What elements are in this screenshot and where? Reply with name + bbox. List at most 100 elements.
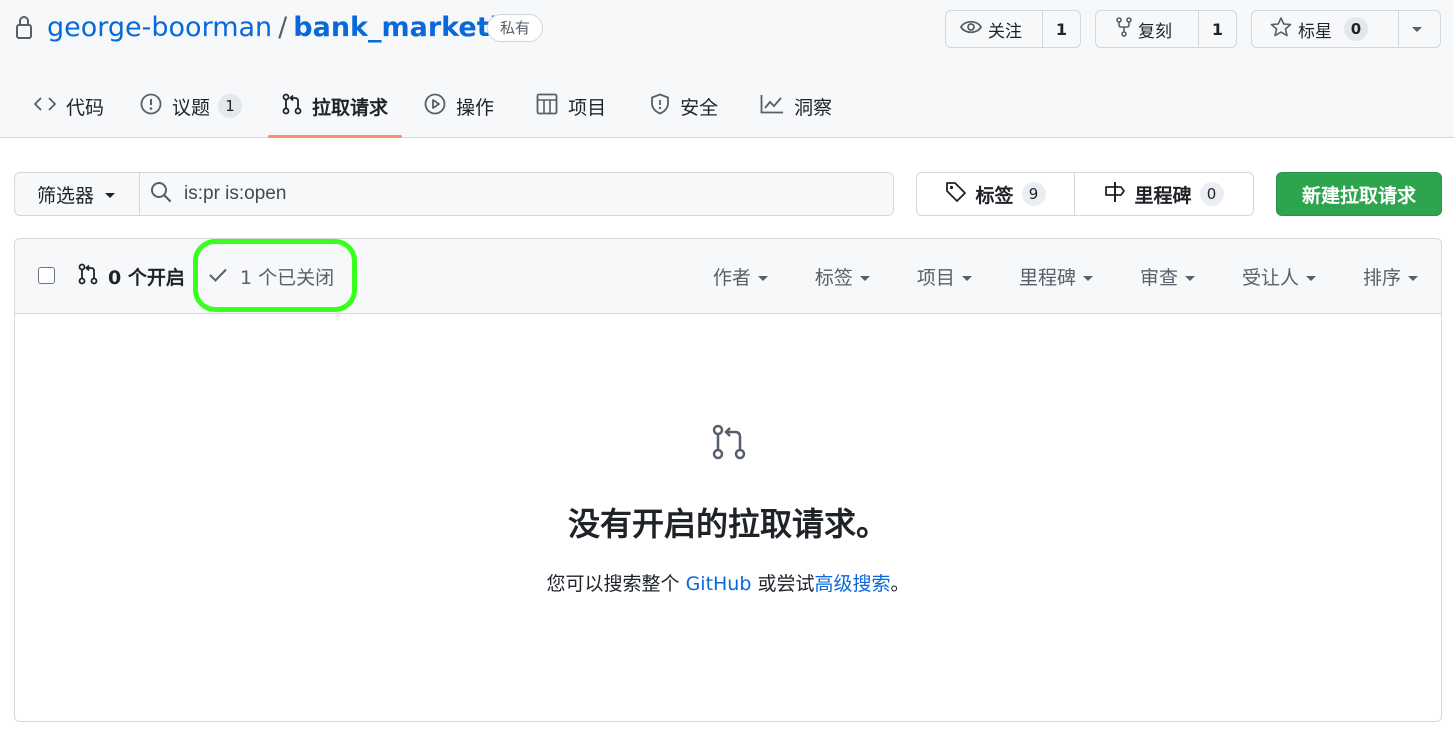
blankslate-text: 您可以搜索整个 GitHub 或尝试高级搜索。 [15, 569, 1441, 596]
fork-label: 复刻 [1138, 21, 1172, 42]
milestones-menu[interactable]: 里程碑 [1019, 263, 1094, 290]
git-pull-request-icon [282, 93, 312, 120]
watch-button-group: 关注 1 [945, 10, 1081, 48]
tab-security[interactable]: 安全 [636, 78, 732, 134]
assignee-menu-label: 受让人 [1241, 267, 1299, 289]
tab-code[interactable]: 代码 [20, 78, 118, 134]
assignee-menu[interactable]: 受让人 [1242, 263, 1317, 290]
search-icon [150, 181, 184, 208]
git-pull-request-icon [78, 263, 108, 290]
fork-count-value: 1 [1211, 19, 1224, 39]
triangle-down-icon [757, 266, 769, 288]
graph-icon [760, 94, 794, 119]
check-icon [208, 266, 240, 288]
shield-icon [650, 93, 680, 120]
tab-issues-label: 议题 [172, 96, 211, 119]
author-menu-label: 作者 [712, 267, 751, 289]
labels-count: 9 [1021, 182, 1046, 206]
tab-pull-requests-label: 拉取请求 [312, 96, 389, 119]
git-pull-request-icon [712, 424, 746, 464]
author-menu[interactable]: 作者 [713, 263, 769, 290]
labels-button-label: 标签 [975, 184, 1014, 207]
projects-menu-label: 项目 [916, 267, 955, 289]
tab-projects[interactable]: 项目 [522, 78, 620, 134]
label-menu[interactable]: 标签 [815, 263, 871, 290]
pull-request-list: 0 个开启 1 个已关闭 作者 标签 项目 里程碑 审查 受让人 排序 没有开启… [14, 238, 1442, 722]
code-icon [33, 95, 66, 117]
search-box [140, 173, 893, 215]
tab-actions[interactable]: 操作 [410, 78, 508, 134]
lock-icon [14, 14, 34, 40]
search-github-link[interactable]: GitHub [686, 573, 752, 595]
repo-separator: / [278, 12, 288, 43]
blankslate-text-middle: 或尝试 [751, 573, 815, 595]
star-button[interactable]: 标星 0 [1252, 11, 1398, 47]
triangle-down-icon [1082, 266, 1094, 288]
blankslate-text-before: 您可以搜索整个 [546, 573, 686, 595]
play-icon [424, 93, 456, 120]
tab-issues[interactable]: 议题 1 [126, 78, 256, 134]
tab-security-label: 安全 [680, 96, 719, 119]
labels-milestones-group: 标签 9 里程碑 0 [916, 172, 1254, 216]
fork-button[interactable]: 复刻 [1096, 11, 1198, 47]
tab-code-label: 代码 [66, 96, 105, 119]
advanced-search-link[interactable]: 高级搜索 [814, 573, 890, 595]
tab-pull-requests[interactable]: 拉取请求 [268, 78, 403, 138]
tab-issues-count: 1 [218, 94, 243, 118]
filter-bar: 筛选器 [14, 172, 894, 216]
triangle-down-icon [104, 183, 116, 205]
repo-forked-icon [1116, 16, 1138, 42]
milestones-button[interactable]: 里程碑 0 [1075, 173, 1253, 215]
sort-menu[interactable]: 排序 [1363, 263, 1419, 290]
sort-menu-label: 排序 [1362, 267, 1401, 289]
new-pull-request-button[interactable]: 新建拉取请求 [1276, 172, 1442, 216]
open-filter-link[interactable]: 0 个开启 [78, 263, 185, 290]
visibility-badge: 私有 [487, 14, 544, 42]
repo-title: george-boorman / bank_marketing [47, 10, 537, 46]
list-header: 0 个开启 1 个已关闭 作者 标签 项目 里程碑 审查 受让人 排序 [15, 239, 1441, 314]
table-icon [536, 93, 568, 120]
blankslate-text-after: 。 [890, 573, 910, 595]
fork-button-group: 复刻 1 [1095, 10, 1237, 48]
reviews-menu[interactable]: 审查 [1140, 263, 1196, 290]
star-button-group: 标星 0 [1251, 10, 1441, 48]
milestones-button-label: 里程碑 [1134, 184, 1192, 207]
watch-count-value: 1 [1055, 19, 1068, 39]
watch-button[interactable]: 关注 [946, 11, 1042, 47]
repo-owner-link[interactable]: george-boorman [47, 12, 272, 43]
projects-menu[interactable]: 项目 [917, 263, 973, 290]
star-count: 0 [1344, 17, 1368, 41]
labels-button[interactable]: 标签 9 [917, 173, 1075, 215]
star-label: 标星 [1298, 21, 1332, 42]
select-all-checkbox[interactable] [38, 267, 55, 284]
tab-insights-label: 洞察 [794, 96, 833, 119]
repo-nav-tabs: 代码 议题 1 拉取请求 操作 项目 安全 洞察 [0, 78, 846, 138]
label-menu-label: 标签 [814, 267, 853, 289]
triangle-down-icon [1407, 266, 1419, 288]
milestones-menu-label: 里程碑 [1018, 267, 1076, 289]
triangle-down-icon [859, 266, 871, 288]
triangle-down-icon [1411, 19, 1429, 39]
tag-icon [945, 181, 975, 208]
closed-count-label: 1 个已关闭 [240, 267, 335, 289]
triangle-down-icon [961, 266, 973, 288]
open-count-label: 0 个开启 [108, 267, 185, 289]
star-icon [1270, 16, 1298, 42]
closed-filter-link[interactable]: 1 个已关闭 [208, 263, 334, 290]
list-filter-menus: 作者 标签 项目 里程碑 审查 受让人 排序 [713, 263, 1419, 290]
filters-button-label: 筛选器 [37, 184, 95, 207]
milestones-count: 0 [1199, 182, 1224, 206]
triangle-down-icon [1184, 266, 1196, 288]
blankslate: 没有开启的拉取请求。 您可以搜索整个 GitHub 或尝试高级搜索。 [15, 314, 1441, 721]
star-dropdown-button[interactable] [1398, 11, 1440, 47]
milestone-icon [1104, 181, 1134, 208]
fork-count[interactable]: 1 [1198, 11, 1236, 47]
repo-header: george-boorman / bank_marketing 私有 关注 1 复刻… [0, 0, 1454, 138]
tab-projects-label: 项目 [568, 96, 607, 119]
tab-insights[interactable]: 洞察 [746, 78, 846, 134]
issue-opened-icon [140, 93, 172, 120]
watch-count[interactable]: 1 [1042, 11, 1080, 47]
search-input[interactable] [184, 183, 784, 205]
filters-dropdown-button[interactable]: 筛选器 [15, 173, 140, 215]
watch-label: 关注 [988, 21, 1022, 42]
